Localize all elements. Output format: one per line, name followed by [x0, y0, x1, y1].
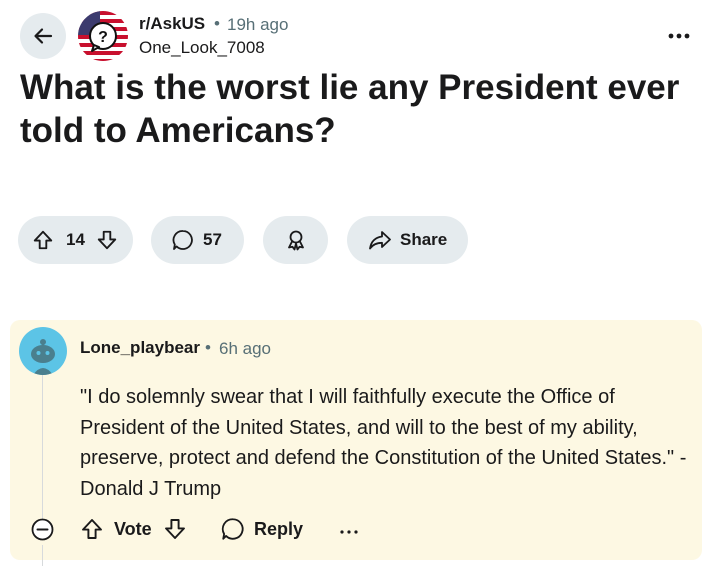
upvote-icon[interactable] — [32, 229, 54, 251]
subreddit-avatar[interactable]: ? — [78, 11, 128, 61]
share-arrow-icon — [369, 231, 391, 250]
comment-vote-control: Vote — [80, 516, 187, 542]
comments-button[interactable]: 57 — [151, 216, 244, 264]
share-label: Share — [400, 230, 448, 249]
collapse-icon — [31, 518, 54, 541]
reply-label: Reply — [254, 518, 304, 539]
award-button[interactable] — [263, 216, 328, 264]
subreddit-name[interactable]: r/AskUS — [139, 14, 205, 34]
comment-more-button[interactable] — [339, 522, 363, 538]
us-flag-question-icon: ? — [78, 11, 128, 61]
snoo-avatar-icon — [19, 327, 67, 375]
reply-bubble-icon — [221, 518, 244, 540]
post-author[interactable]: One_Look_7008 — [139, 38, 265, 58]
downvote-icon[interactable] — [163, 516, 187, 542]
comment-author-avatar[interactable] — [19, 327, 67, 375]
reply-button[interactable]: Reply — [220, 516, 303, 542]
meta-separator: • — [214, 14, 220, 33]
comment-count: 57 — [203, 230, 222, 249]
award-icon — [287, 230, 304, 251]
thread-line[interactable] — [42, 375, 43, 521]
upvote-count: 14 — [66, 230, 85, 249]
collapse-comment-button[interactable] — [31, 518, 54, 541]
post-title: What is the worst lie any President ever… — [20, 68, 680, 150]
upvote-icon[interactable] — [80, 516, 104, 542]
post-timestamp: 19h ago — [227, 15, 289, 34]
svg-text:?: ? — [98, 29, 108, 46]
comment-bubble-icon — [172, 230, 193, 250]
more-options-icon — [340, 530, 358, 534]
share-button[interactable]: Share — [347, 216, 468, 264]
vote-label: Vote — [114, 518, 152, 539]
back-button[interactable] — [20, 13, 66, 59]
comment-timestamp: 6h ago — [219, 339, 271, 358]
downvote-icon[interactable] — [96, 229, 118, 251]
more-options-icon — [668, 33, 690, 39]
post-overflow-button[interactable] — [664, 26, 694, 46]
back-arrow-icon — [34, 28, 53, 44]
thread-line[interactable] — [42, 545, 43, 566]
comment-author[interactable]: Lone_playbear — [80, 338, 200, 358]
post-vote-control: 14 — [18, 216, 133, 264]
comment-body: "I do solemnly swear that I will faithfu… — [80, 386, 687, 500]
meta-separator: • — [205, 338, 211, 357]
